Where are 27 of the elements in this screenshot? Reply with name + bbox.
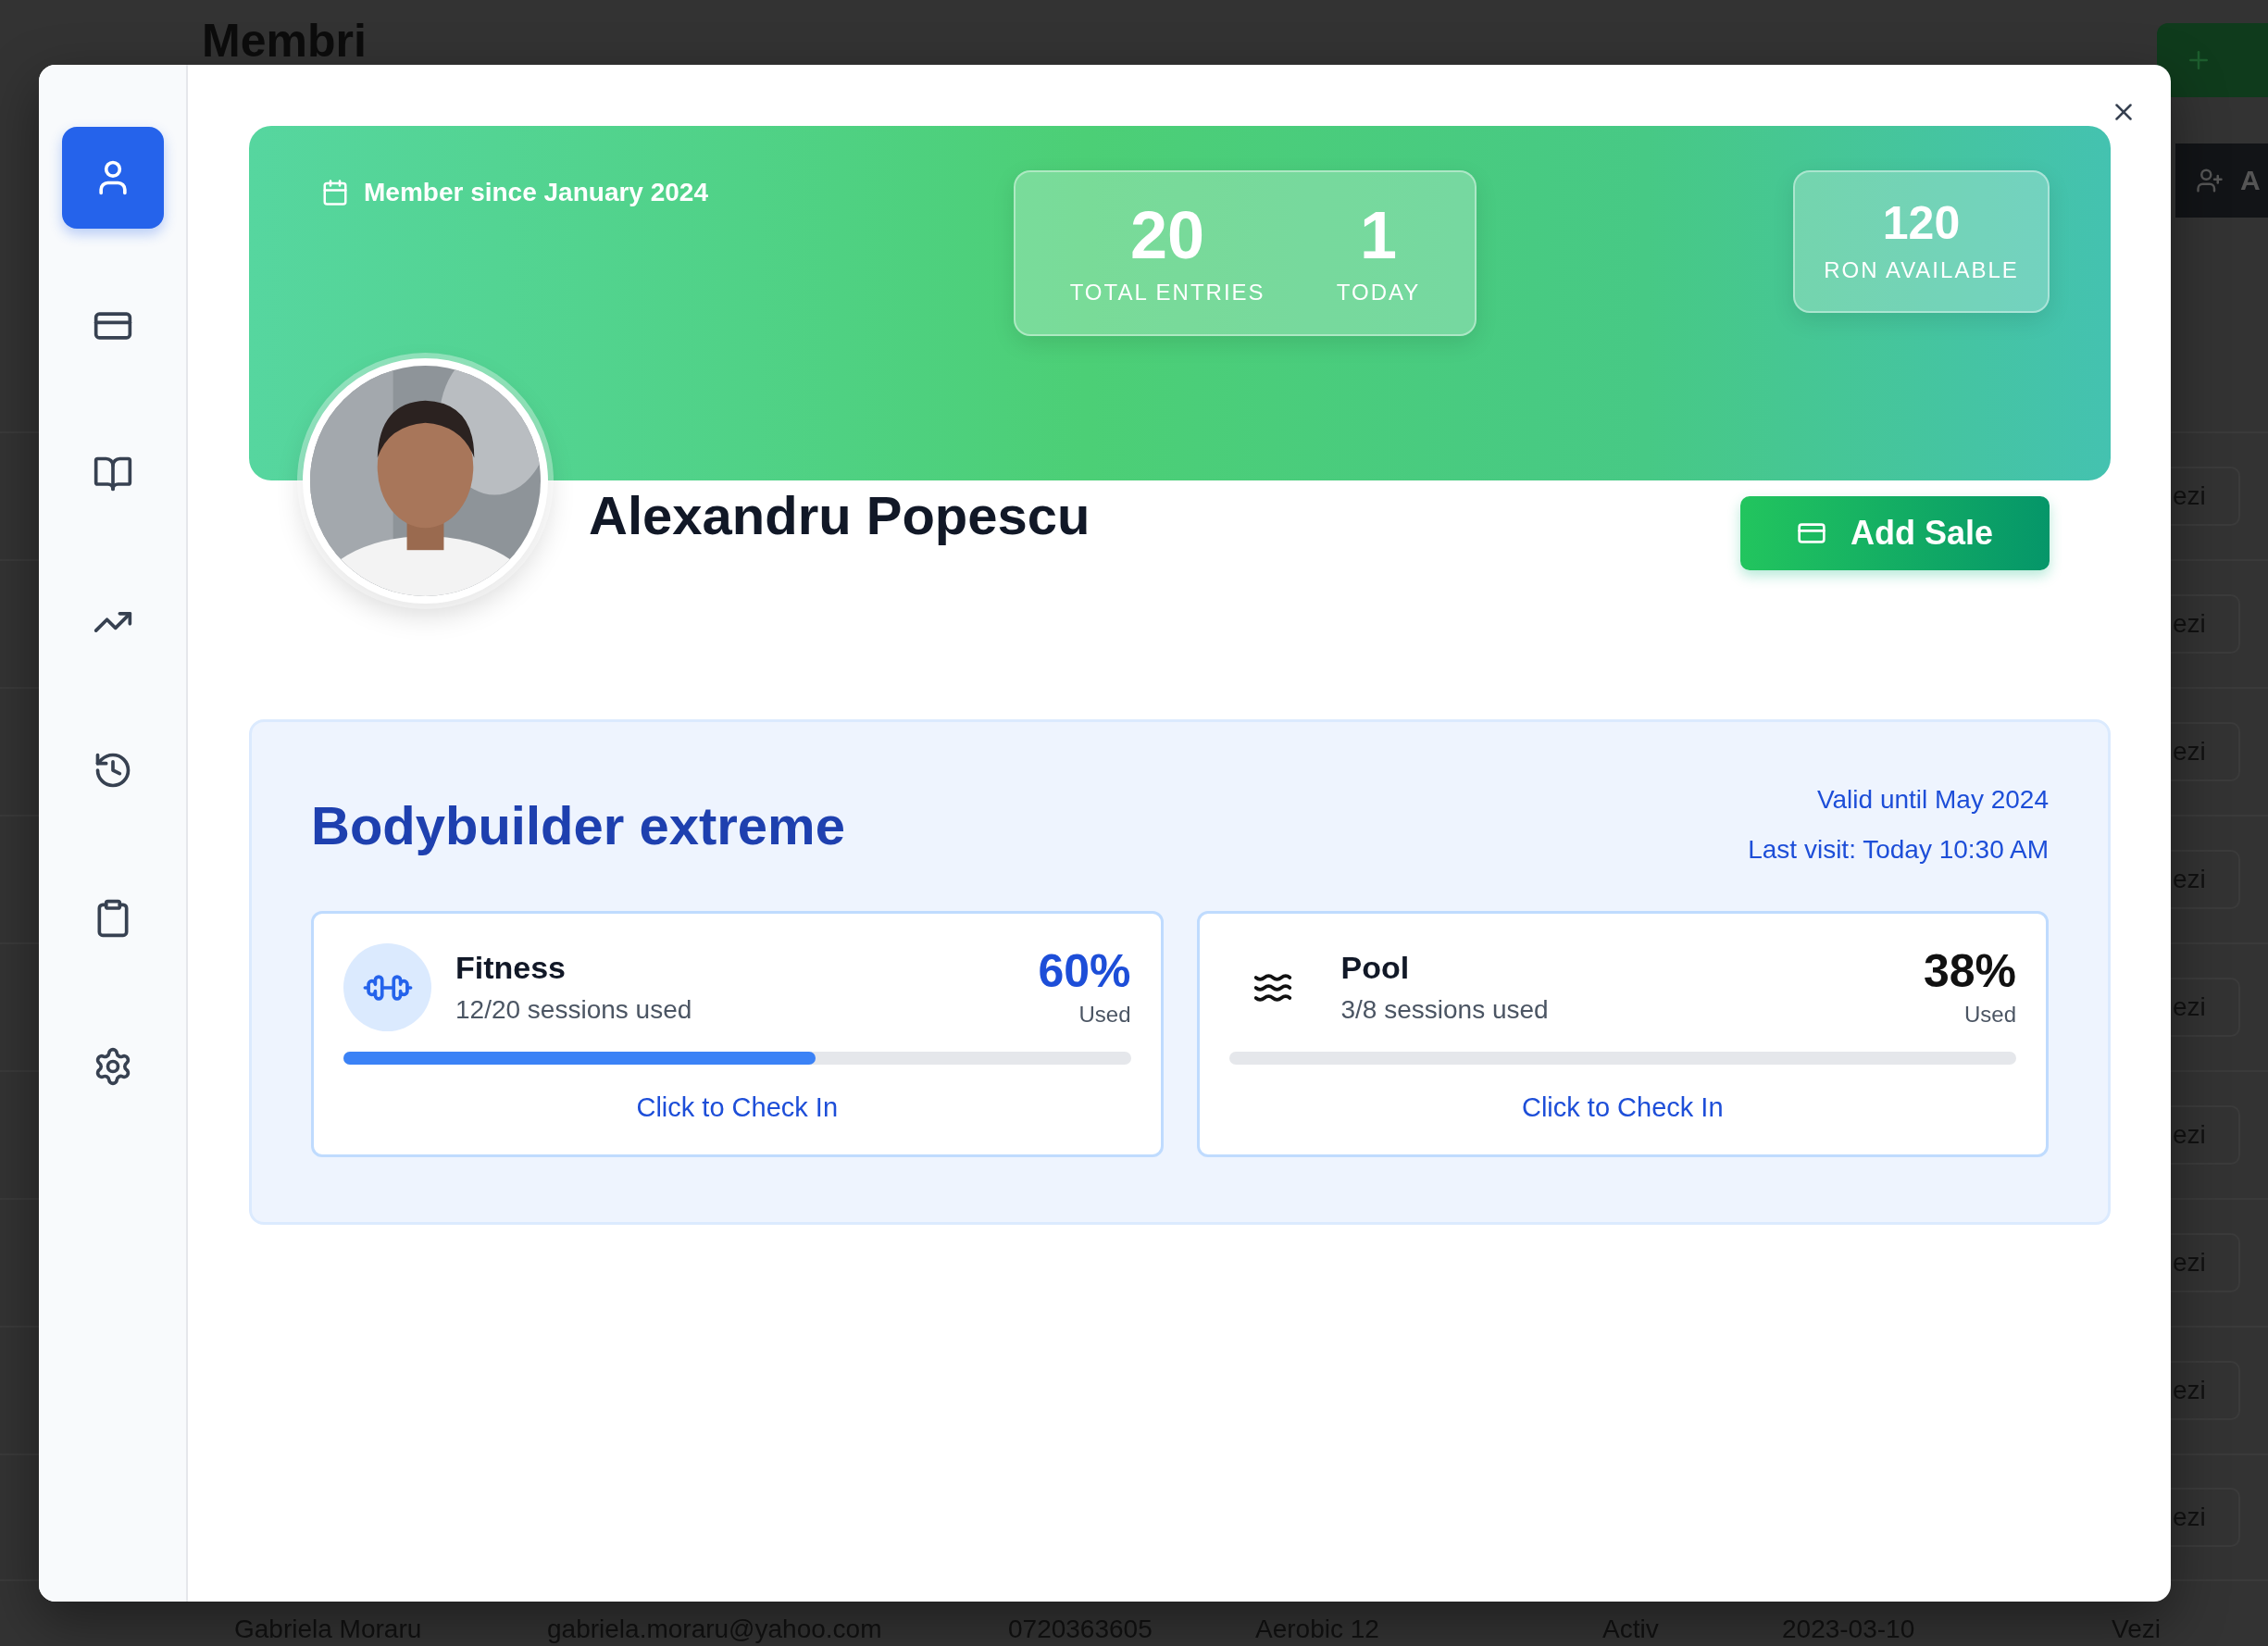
sessions-used: 3/8 sessions used: [1340, 995, 1550, 1025]
user-plus-icon[interactable]: [2196, 167, 2224, 194]
service-name: Pool: [1340, 950, 1411, 986]
stat-value: 20: [1130, 201, 1205, 268]
member-since: Member since January 2024: [364, 178, 708, 207]
sessions-used: 12/20 sessions used: [455, 995, 693, 1025]
balance-label: RON AVAILABLE: [1824, 257, 2019, 283]
member-name: Alexandru Popescu: [589, 484, 1090, 546]
valid-until: Valid until May 2024: [1816, 785, 2049, 815]
add-sale-button[interactable]: Add Sale: [1740, 496, 2050, 570]
stat-label: TOTAL ENTRIES: [1069, 279, 1265, 306]
usage-label: Used: [1963, 1001, 2016, 1028]
plan-name: Bodybuilder extreme: [311, 793, 845, 856]
balance-value: 120: [1882, 200, 1961, 246]
sidebar-item[interactable]: [61, 127, 164, 229]
check-in-link[interactable]: Click to Check In: [1521, 1092, 1724, 1123]
service-name: Fitness: [455, 950, 567, 986]
check-in-link[interactable]: Click to Check In: [636, 1092, 839, 1123]
stat-value: 1: [1360, 201, 1398, 268]
stat-label: TODAY: [1336, 279, 1421, 306]
usage-percent: 38%: [1923, 947, 2016, 994]
usage-label: Used: [1078, 1001, 1131, 1028]
toolbar-text: A: [2240, 165, 2261, 196]
last-visit: Last visit: Today 10:30 AM: [1748, 835, 2049, 865]
calendar-icon: [321, 179, 349, 206]
usage-percent: 60%: [1038, 947, 1131, 994]
add-button[interactable]: [2157, 23, 2268, 97]
